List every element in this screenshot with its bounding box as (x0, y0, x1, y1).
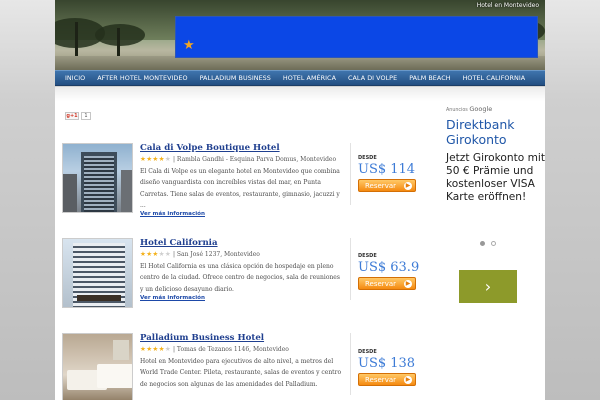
photo-sign (77, 295, 121, 301)
nav-item-after-hotel-montevideo[interactable]: AFTER HOTEL MONTEVIDEO (91, 74, 193, 82)
hotel-name-link[interactable]: Hotel California (140, 238, 345, 249)
header-road (55, 56, 545, 70)
price-amount: US$ 138 (358, 356, 416, 371)
price-amount: US$ 114 (358, 162, 416, 177)
google-plus-button[interactable]: g+1 (65, 112, 79, 120)
nav-item-inicio[interactable]: INICIO (59, 74, 91, 82)
hotel-meta: ★★★★★ | Tomas de Tezanos 1146, Montevide… (140, 345, 289, 353)
google-logo: Google (469, 105, 493, 113)
price-amount: US$ 63.9 (358, 260, 420, 275)
photo-building (121, 170, 132, 212)
star-rating: ★★★★★ (140, 345, 172, 353)
more-info-link[interactable]: Ver más información (140, 211, 345, 217)
header-banner[interactable]: ★ (175, 16, 538, 58)
header-tree-canopy (95, 24, 145, 46)
site-header: Hotel en Montevideo ★ (55, 0, 545, 70)
hotel-description: El Cala di Volpe es un elegante hotel en… (140, 168, 340, 209)
nav-item-cala-di-volpe[interactable]: CALA DI VOLPE (342, 74, 403, 82)
star-icon: ★ (183, 38, 195, 53)
arrow-right-icon: ▶ (404, 279, 412, 288)
hotel-name-link[interactable]: Cala di Volpe Boutique Hotel (140, 143, 345, 154)
hotel-listing: Hotel California ★★★★★ | San José 1237, … (62, 238, 420, 323)
hotel-meta: ★★★★★ | San José 1237, Montevideo (140, 250, 260, 258)
price-box: DESDE US$ 63.9 Reservar ▶ (358, 253, 420, 290)
price-from-label: DESDE (358, 349, 377, 355)
arrow-right-icon: ▶ (404, 181, 412, 190)
price-from-label: DESDE (358, 155, 377, 161)
hotel-address: Tomas de Tezanos 1146, Montevideo (176, 346, 289, 353)
main-nav: INICIO AFTER HOTEL MONTEVIDEO PALLADIUM … (55, 70, 545, 86)
star-rating: ★★★★★ (140, 155, 172, 163)
listing-divider (350, 143, 351, 205)
arrow-right-icon: ▶ (404, 375, 412, 384)
photo-bed (97, 364, 132, 388)
star-rating: ★★★★★ (140, 250, 172, 258)
ad-byline[interactable]: Anuncios Google (446, 105, 545, 113)
reservar-label: Reservar (365, 181, 396, 190)
hotel-listing: Cala di Volpe Boutique Hotel ★★★★★ | Ram… (62, 143, 417, 233)
photo-building (63, 174, 77, 212)
site-name[interactable]: Hotel en Montevideo (477, 2, 539, 9)
ad-go-button[interactable]: › (459, 270, 517, 303)
hotel-name-link[interactable]: Palladium Business Hotel (140, 333, 345, 344)
photo-window (113, 340, 129, 360)
nav-item-palm-beach[interactable]: PALM BEACH (403, 74, 456, 82)
ad-title-link[interactable]: Direktbank Girokonto (446, 117, 545, 147)
hotel-photo[interactable] (62, 333, 133, 400)
google-ad: Anuncios Google Direktbank Girokonto Jet… (420, 105, 545, 305)
ad-pagination (480, 241, 496, 246)
listing-divider (350, 238, 351, 300)
hotel-listing: Palladium Business Hotel ★★★★★ | Tomas d… (62, 333, 417, 400)
share-count: 1 (81, 112, 91, 120)
hotel-photo[interactable] (62, 238, 133, 308)
hotel-photo[interactable] (62, 143, 133, 213)
hotel-info: Cala di Volpe Boutique Hotel ★★★★★ | Ram… (140, 143, 345, 217)
hotel-meta: ★★★★★ | Rambla Gandhi - Esquina Parva Do… (140, 155, 337, 163)
ad-byline-prefix: Anuncios (446, 108, 468, 113)
reservar-button[interactable]: Reservar ▶ (358, 277, 416, 290)
ad-body-text[interactable]: Jetzt Girokonto mit 50 € Prämie und kost… (446, 152, 545, 204)
hotel-address: Rambla Gandhi - Esquina Parva Domus, Mon… (176, 156, 337, 163)
nav-item-palladium-business[interactable]: PALLADIUM BUSINESS (194, 74, 277, 82)
reservar-label: Reservar (365, 375, 396, 384)
main-content: g+1 1 Cala di Volpe Boutique Hotel ★★★★★… (55, 87, 545, 400)
hotel-description: Hotel en Montevideo para ejecutivos de a… (140, 358, 342, 388)
price-box: DESDE US$ 138 Reservar ▶ (358, 349, 420, 386)
photo-windows (84, 156, 114, 212)
hotel-info: Hotel California ★★★★★ | San José 1237, … (140, 238, 345, 301)
share-widget: g+1 1 (65, 112, 91, 120)
price-from-label: DESDE (358, 253, 377, 259)
reservar-label: Reservar (365, 279, 396, 288)
reservar-button[interactable]: Reservar ▶ (358, 373, 416, 386)
nav-item-hotel-california[interactable]: HOTEL CALIFORNIA (457, 74, 532, 82)
hotel-description: El Hotel California es una clásica opció… (140, 263, 340, 293)
hotel-info: Palladium Business Hotel ★★★★★ | Tomas d… (140, 333, 345, 390)
content-shade (55, 87, 545, 101)
ad-dot[interactable] (491, 241, 496, 246)
price-box: DESDE US$ 114 Reservar ▶ (358, 155, 420, 192)
ad-dot[interactable] (480, 241, 485, 246)
nav-item-hotel-america[interactable]: HOTEL AMÉRICA (277, 74, 342, 82)
hotel-address: San José 1237, Montevideo (176, 251, 260, 258)
reservar-button[interactable]: Reservar ▶ (358, 179, 416, 192)
listing-divider (350, 333, 351, 395)
more-info-link[interactable]: Ver más información (140, 295, 345, 301)
